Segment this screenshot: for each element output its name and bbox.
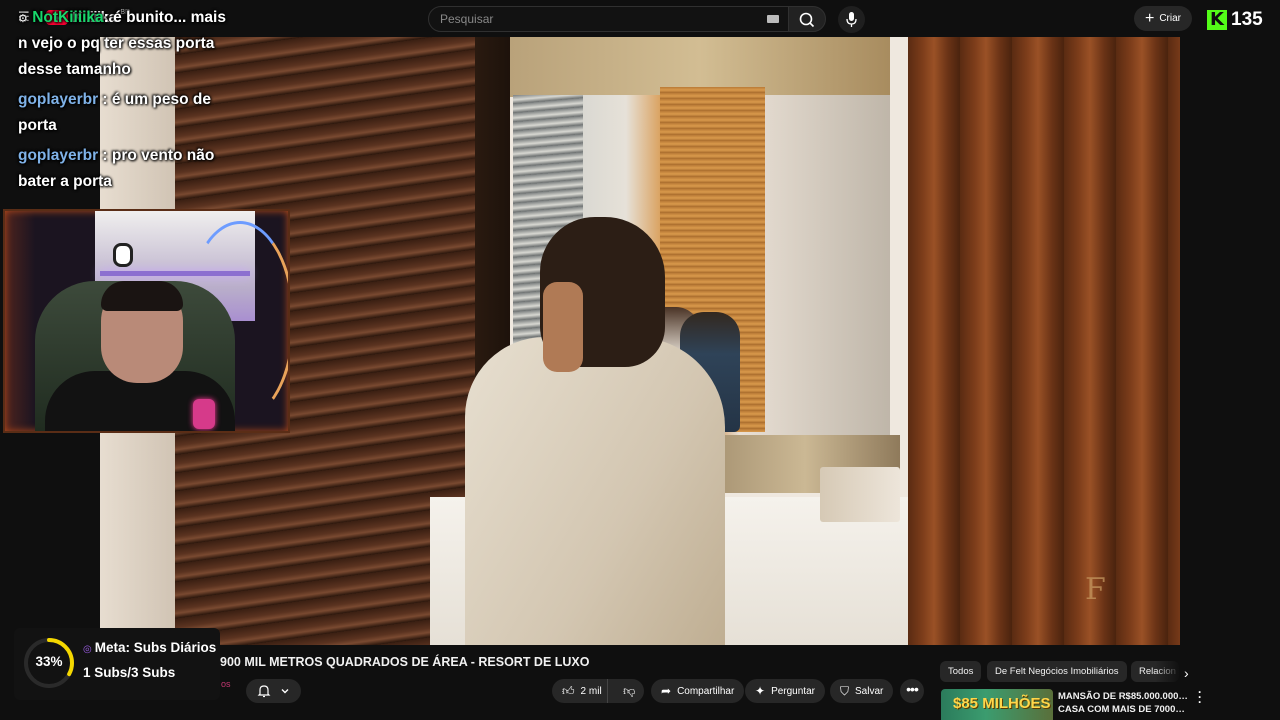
chat-username: NotKiiiika (32, 9, 104, 26)
recommended-title-line: MANSÃO DE R$85.000.000,00 (1058, 691, 1188, 702)
share-button[interactable]: ➦ Compartilhar (651, 679, 745, 703)
more-actions-button[interactable]: ••• (900, 679, 924, 703)
ask-button[interactable]: ✦ Perguntar (745, 679, 825, 703)
chip-channel[interactable]: De Felt Negócios Imobiliários (987, 661, 1127, 682)
search-icon (799, 12, 815, 28)
chat-message: goplayerbr : pro vento não bater a porta (18, 143, 233, 195)
like-dislike-group: 👍︎ 2 mil 👎︎ (552, 679, 644, 703)
create-label: Criar (1159, 13, 1181, 24)
video-scene-wood-panel (908, 37, 1180, 645)
streamer-webcam (3, 209, 290, 433)
kick-viewer-count: 135 (1231, 9, 1263, 30)
like-button[interactable]: 👍︎ 2 mil (552, 679, 609, 703)
like-count: 2 mil (580, 685, 602, 697)
mic-icon (846, 12, 857, 27)
chip-fade (1155, 660, 1181, 684)
bell-icon (257, 685, 271, 698)
ask-label: Perguntar (771, 685, 815, 697)
webcam-streamer-hair (101, 281, 183, 311)
chat-username: goplayerbr (18, 147, 99, 164)
channel-name-fragment[interactable]: os (221, 679, 231, 689)
webcam-glow (5, 211, 35, 431)
chevron-right-icon[interactable]: › (1184, 665, 1189, 681)
recommended-thumbnail[interactable]: $85 MILHÕES (941, 689, 1053, 720)
dislike-button[interactable]: 👎︎ (614, 684, 644, 698)
chevron-down-icon (281, 689, 289, 694)
search-button[interactable] (788, 6, 826, 32)
goal-title-text: Meta: Subs Diários (94, 640, 217, 655)
video-scene-man-face (543, 282, 583, 372)
save-button[interactable]: ⛉ Salvar (830, 679, 894, 703)
create-button[interactable]: + Criar (1134, 6, 1192, 31)
recommended-title[interactable]: MANSÃO DE R$85.000.000,00 CASA COM MAIS … (1058, 690, 1188, 716)
chat-message: ⚙ NotKiiiika: é bunito... mais n vejo o … (18, 5, 233, 83)
kick-viewer-badge: K 135 (1207, 9, 1263, 31)
recommended-title-line: CASA COM MAIS DE 7000M ... (1058, 704, 1188, 715)
video-scene-man-suit (465, 337, 725, 645)
share-label: Compartilhar (677, 685, 735, 697)
video-scene-toiletries (820, 467, 900, 522)
video-title: 900 MIL METROS QUADRADOS DE ÁREA - RESOR… (220, 655, 590, 669)
stream-chat-overlay: ⚙ NotKiiiika: é bunito... mais n vejo o … (18, 5, 233, 199)
subs-goal-widget: 33% ◎ Meta: Subs Diários 1 Subs/3 Subs (14, 628, 220, 700)
notification-bell-button[interactable] (246, 679, 301, 703)
thumbs-up-icon: 👍︎ (562, 684, 575, 698)
goal-subs-count: 1 Subs/3 Subs (83, 665, 176, 680)
voice-search-button[interactable] (838, 6, 865, 33)
keyboard-icon[interactable] (767, 15, 779, 23)
plus-icon: + (1144, 9, 1155, 27)
search-input[interactable] (440, 7, 760, 31)
chat-username: goplayerbr (18, 91, 99, 108)
thumbnail-text: $85 MILHÕES (953, 695, 1051, 712)
goal-percent: 33% (35, 654, 63, 669)
chat-badge-icon: ⚙ (18, 12, 28, 25)
kebab-menu-icon[interactable]: · · · (1198, 686, 1202, 708)
channel-watermark-icon: Ϝ (1085, 572, 1106, 607)
sparkle-icon: ✦ (755, 684, 766, 698)
panda-figure-icon (113, 243, 133, 267)
more-dots-icon: ••• (906, 681, 919, 697)
thumbs-down-icon: 👎︎ (623, 684, 636, 698)
share-icon: ➦ (661, 684, 672, 698)
microphone-icon (193, 399, 215, 429)
search-box (428, 6, 790, 32)
chat-message: goplayerbr : é um peso de porta (18, 87, 233, 139)
kick-logo-icon: K (1207, 10, 1227, 30)
chip-all[interactable]: Todos (940, 661, 982, 682)
goal-title: ◎ Meta: Subs Diários (83, 640, 216, 655)
save-label: Salvar (855, 685, 884, 697)
goal-dot-icon: ◎ (83, 644, 92, 655)
bookmark-icon: ⛉ (840, 684, 850, 698)
